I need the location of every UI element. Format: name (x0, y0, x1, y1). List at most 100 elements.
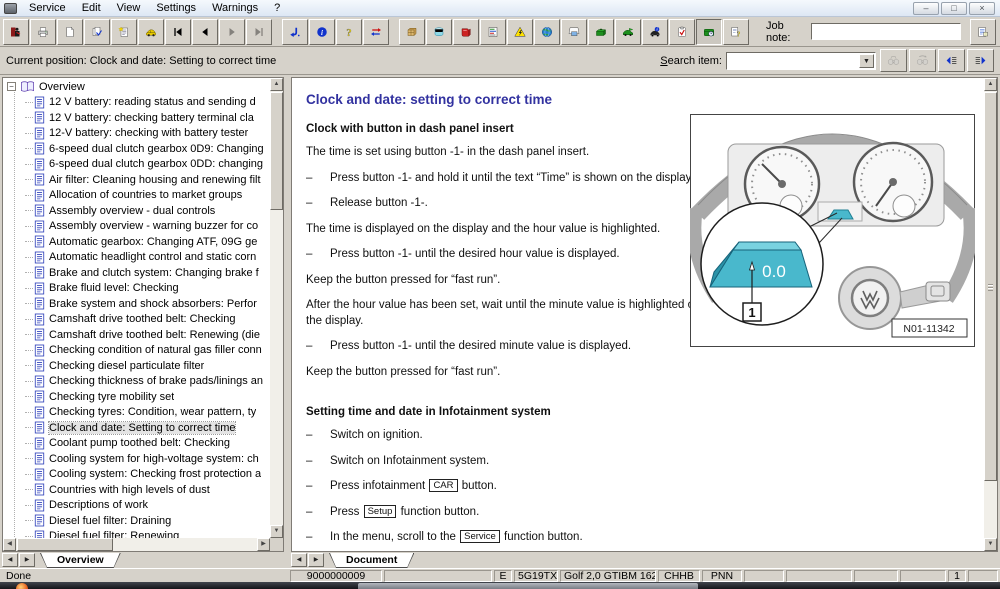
nav-forward-button[interactable] (219, 18, 245, 45)
info-button[interactable]: i (309, 18, 335, 45)
tree-item[interactable]: Camshaft drive toothed belt: Checking (3, 312, 270, 328)
minimize-button[interactable]: – (913, 1, 939, 15)
electrical-warning-button[interactable] (507, 18, 533, 45)
tab-overview[interactable]: Overview (41, 553, 120, 567)
tree-item[interactable]: Checking condition of natural gas filler… (3, 343, 270, 359)
start-orb-icon[interactable] (16, 583, 28, 589)
tree-item[interactable]: Checking thickness of brake pads/linings… (3, 374, 270, 390)
documents-check-button[interactable] (84, 18, 110, 45)
tree-item[interactable]: Clock and date: Setting to correct time (3, 420, 270, 436)
car-info-icon: i (650, 26, 660, 37)
search-item-combobox[interactable]: ▼ (726, 51, 876, 70)
tab-document[interactable]: Document (330, 553, 413, 567)
scroll-right-icon[interactable]: ▶ (257, 538, 270, 551)
time-card-button[interactable] (696, 18, 722, 45)
online-button[interactable] (534, 18, 560, 45)
menu-edit[interactable]: Edit (74, 1, 109, 15)
protocol-button[interactable] (669, 18, 695, 45)
restore-button[interactable]: □ (941, 1, 967, 15)
tree-item[interactable]: 12 V battery: reading status and sending… (3, 95, 270, 111)
tree-item[interactable]: Coolant pump toothed belt: Checking (3, 436, 270, 452)
maintenance-list-button[interactable] (480, 18, 506, 45)
tree-item[interactable]: Air filter: Cleaning housing and renewin… (3, 172, 270, 188)
service-data-button[interactable] (426, 18, 452, 45)
doc-help-button[interactable]: ? (723, 18, 749, 45)
new-note-button[interactable] (111, 18, 137, 45)
tree-item[interactable]: 6-speed dual clutch gearbox 0D9: Changin… (3, 141, 270, 157)
nav-back-button[interactable] (192, 18, 218, 45)
tree-hscroll-thumb[interactable] (17, 538, 113, 551)
tree-item[interactable]: Diesel fuel filter: Draining (3, 513, 270, 529)
menu-warnings[interactable]: Warnings (204, 1, 266, 15)
tree-item[interactable]: Countries with high levels of dust (3, 482, 270, 498)
nav-first-button[interactable] (165, 18, 191, 45)
tree-item[interactable]: Assembly overview - warning buzzer for c… (3, 219, 270, 235)
chevron-down-icon[interactable]: ▼ (859, 53, 874, 68)
tree-item[interactable]: Assembly overview - dual controls (3, 203, 270, 219)
exit-button[interactable] (3, 18, 29, 45)
collapse-icon[interactable]: − (7, 82, 16, 92)
previous-result-button[interactable] (938, 49, 965, 72)
search-item-label: Search item: (660, 54, 722, 67)
status-cell-empty (900, 570, 946, 582)
toolbox-button[interactable] (588, 18, 614, 45)
print-button[interactable] (30, 18, 56, 45)
tab-scroll-right-icon[interactable]: ▶ (308, 553, 324, 567)
tree-root-overview[interactable]: − Overview (3, 79, 270, 95)
tree-item[interactable]: Brake and clutch system: Changing brake … (3, 265, 270, 281)
new-document-button[interactable] (57, 18, 83, 45)
search-button[interactable] (880, 49, 907, 72)
tree-item[interactable]: Automatic headlight control and static c… (3, 250, 270, 266)
tree-item[interactable]: Camshaft drive toothed belt: Renewing (d… (3, 327, 270, 343)
tree-item[interactable]: Descriptions of work (3, 498, 270, 514)
tree-item[interactable]: Brake system and shock absorbers: Perfor (3, 296, 270, 312)
vehicle-export-button[interactable] (615, 18, 641, 45)
parts-catalogue-button[interactable] (399, 18, 425, 45)
close-button[interactable]: × (969, 1, 995, 15)
return-button[interactable] (282, 18, 308, 45)
next-result-button[interactable] (967, 49, 994, 72)
job-note-input[interactable] (811, 23, 961, 40)
tree-item[interactable]: Checking tyres: Condition, wear pattern,… (3, 405, 270, 421)
scroll-down-icon[interactable]: ▼ (270, 525, 283, 538)
menu-help[interactable]: ? (266, 1, 288, 15)
menu-settings[interactable]: Settings (148, 1, 204, 15)
taskbar-button[interactable] (358, 583, 698, 589)
function-key-label: Service (460, 530, 500, 544)
tree-item[interactable]: Cooling system for high-voltage system: … (3, 451, 270, 467)
scroll-up-icon[interactable]: ▲ (270, 78, 283, 91)
tree-item[interactable]: Diesel fuel filter: Renewing (3, 529, 270, 538)
tree-vertical-scrollbar[interactable]: ▲ ▼ (270, 78, 283, 538)
manuals-button[interactable] (453, 18, 479, 45)
list-icon (488, 26, 498, 37)
tab-scroll-left-icon[interactable]: ◀ (2, 553, 18, 567)
tree-item[interactable]: 6-speed dual clutch gearbox 0DD: changin… (3, 157, 270, 173)
scroll-left-icon[interactable]: ◀ (3, 538, 16, 551)
tree-item[interactable]: 12-V battery: checking with battery test… (3, 126, 270, 142)
doc-vscroll-thumb[interactable] (984, 92, 997, 481)
search-again-button[interactable] (909, 49, 936, 72)
scroll-up-icon[interactable]: ▲ (984, 78, 997, 91)
menu-view[interactable]: View (109, 1, 149, 15)
tree-horizontal-scrollbar[interactable]: ◀ ▶ (3, 538, 270, 551)
vehicle-button[interactable] (138, 18, 164, 45)
tree-item[interactable]: Checking diesel particulate filter (3, 358, 270, 374)
tree-vscroll-thumb[interactable] (270, 92, 283, 210)
tab-scroll-left-icon[interactable]: ◀ (291, 553, 307, 567)
scroll-down-icon[interactable]: ▼ (984, 538, 997, 551)
tree-item[interactable]: Allocation of countries to market groups (3, 188, 270, 204)
tree-item[interactable]: Checking tyre mobility set (3, 389, 270, 405)
nav-last-button[interactable] (246, 18, 272, 45)
tab-scroll-right-icon[interactable]: ▶ (19, 553, 35, 567)
job-note-open-button[interactable] (970, 18, 996, 45)
screen-button[interactable] (561, 18, 587, 45)
tree-item[interactable]: Cooling system: Checking frost protectio… (3, 467, 270, 483)
tree-item[interactable]: Automatic gearbox: Changing ATF, 09G ge (3, 234, 270, 250)
document-vertical-scrollbar[interactable]: ▲ ▼ (984, 78, 997, 551)
help-button[interactable]: ? (336, 18, 362, 45)
swap-button[interactable] (363, 18, 389, 45)
vehicle-info-button[interactable]: i (642, 18, 668, 45)
tree-item[interactable]: Brake fluid level: Checking (3, 281, 270, 297)
tree-item[interactable]: 12 V battery: checking battery terminal … (3, 110, 270, 126)
menu-service[interactable]: Service (21, 1, 74, 15)
